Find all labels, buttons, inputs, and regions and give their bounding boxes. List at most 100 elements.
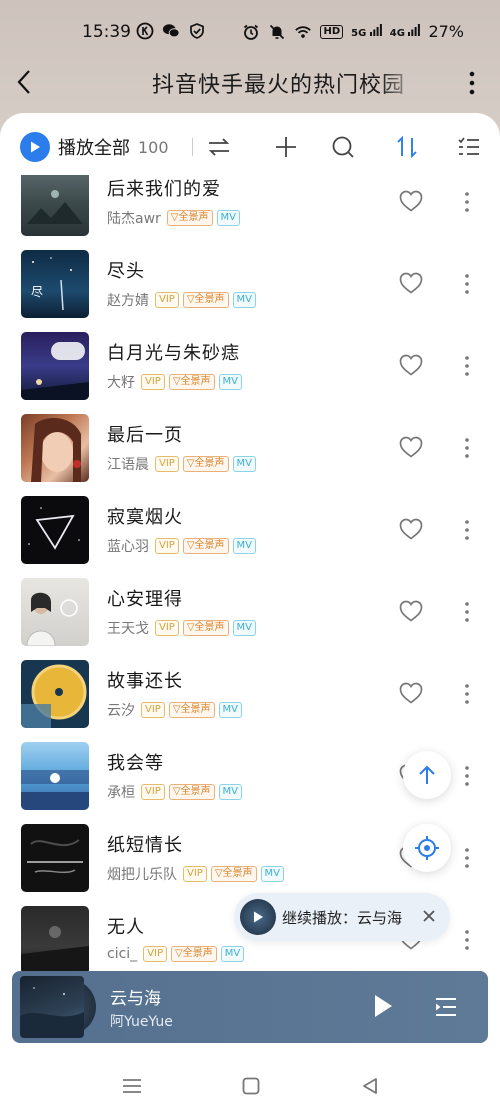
mini-player[interactable]: 云与海 阿YueYue (12, 971, 488, 1043)
song-more-button[interactable] (458, 681, 476, 707)
more-button[interactable] (460, 66, 484, 100)
song-row[interactable]: 尽 尽头 赵方婧 VIP ▽全景声 MV (0, 243, 500, 325)
mv-badge[interactable]: MV (232, 620, 256, 636)
vip-badge: VIP (155, 292, 179, 308)
nav-home-button[interactable] (236, 1073, 266, 1099)
arrow-up-icon (419, 765, 435, 784)
song-title: 白月光与朱砂痣 (107, 343, 240, 364)
song-meta: 陆杰awr ▽全景声 MV (107, 208, 240, 228)
album-cover (21, 742, 89, 810)
repeat-icon (208, 138, 230, 156)
surround-sound-badge: ▽全景声 (210, 866, 257, 882)
k-circle-icon (136, 22, 154, 40)
mv-badge[interactable]: MV (218, 784, 242, 800)
search-button[interactable] (330, 133, 356, 161)
vertical-dots-icon (465, 520, 469, 540)
mv-badge[interactable]: MV (218, 374, 242, 390)
add-button[interactable] (273, 133, 299, 161)
vertical-dots-icon (465, 438, 469, 458)
song-meta: 承桓 VIP ▽全景声 MV (107, 782, 242, 802)
mv-badge[interactable]: MV (232, 456, 256, 472)
playlist-card: 播放全部 100 后来我们的爱 陆杰awr ▽全景声 MV 尽 尽头 赵方婧 V… (0, 113, 500, 1117)
song-row[interactable]: 后来我们的爱 陆杰awr ▽全景声 MV (0, 175, 500, 243)
sort-button[interactable] (394, 133, 420, 161)
song-more-button[interactable] (458, 435, 476, 461)
song-more-button[interactable] (458, 353, 476, 379)
song-more-button[interactable] (458, 271, 476, 297)
multi-select-button[interactable] (456, 133, 482, 161)
song-more-button[interactable] (458, 517, 476, 543)
battery-level: 27% (428, 22, 464, 41)
vip-badge: VIP (143, 946, 168, 962)
mv-badge[interactable]: MV (220, 946, 245, 962)
nav-menu-button[interactable] (117, 1073, 147, 1099)
song-row[interactable]: 寂寞烟火 蓝心羽 VIP ▽全景声 MV (0, 489, 500, 571)
album-cover (21, 414, 89, 482)
play-all-label: 播放全部 (58, 138, 130, 159)
album-cover (21, 175, 89, 236)
mini-player-title: 云与海 (110, 989, 161, 1009)
vertical-dots-icon (465, 192, 469, 212)
heart-icon[interactable] (398, 517, 424, 541)
vip-badge: VIP (141, 702, 165, 718)
mini-player-cover (20, 976, 84, 1038)
play-queue-button[interactable] (432, 993, 460, 1021)
nav-back-button[interactable] (355, 1073, 385, 1099)
signal-5g: 5G (351, 24, 382, 39)
song-more-button[interactable] (458, 189, 476, 215)
home-icon (242, 1077, 260, 1095)
song-meta: 江语晨 VIP ▽全景声 MV (107, 454, 256, 474)
song-row[interactable]: 故事还长 云汐 VIP ▽全景声 MV (0, 653, 500, 735)
heart-icon[interactable] (398, 599, 424, 623)
song-more-button[interactable] (458, 763, 476, 789)
mv-badge[interactable]: MV (216, 210, 240, 226)
song-row[interactable]: 最后一页 江语晨 VIP ▽全景声 MV (0, 407, 500, 489)
mv-badge[interactable]: MV (232, 538, 256, 554)
scroll-to-top-button[interactable] (403, 751, 451, 799)
mv-badge[interactable]: MV (218, 702, 242, 718)
song-row[interactable]: 白月光与朱砂痣 大籽 VIP ▽全景声 MV (0, 325, 500, 407)
song-title: 寂寞烟火 (107, 507, 183, 528)
artist-name: 烟把儿乐队 (107, 867, 177, 883)
locate-current-button[interactable] (403, 824, 451, 872)
back-button[interactable] (10, 64, 38, 100)
heart-icon[interactable] (398, 435, 424, 459)
resume-cover (240, 899, 276, 935)
resume-playback-pill[interactable]: 继续播放：云与海 (234, 893, 450, 941)
artist-name: 赵方婧 (107, 293, 149, 309)
heart-icon[interactable] (398, 271, 424, 295)
close-resume-button[interactable] (420, 907, 438, 925)
signal-4g: 4G (390, 24, 421, 39)
artist-name: 陆杰awr (107, 211, 161, 227)
song-more-button[interactable] (458, 599, 476, 625)
song-row[interactable]: 心安理得 王天戈 VIP ▽全景声 MV (0, 571, 500, 653)
surround-sound-badge: ▽全景声 (182, 538, 229, 554)
song-more-button[interactable] (458, 927, 476, 953)
mv-badge[interactable]: MV (260, 866, 284, 882)
mini-player-play-button[interactable] (368, 991, 398, 1021)
shield-check-icon (188, 22, 206, 40)
multi-select-icon (458, 137, 479, 155)
artist-name: 江语晨 (107, 457, 149, 473)
song-more-button[interactable] (458, 845, 476, 871)
vertical-dots-icon (465, 766, 469, 786)
mv-badge[interactable]: MV (232, 292, 256, 308)
song-meta: 大籽 VIP ▽全景声 MV (107, 372, 242, 392)
title-bar: 抖音快手最火的热门校园 (0, 60, 500, 106)
surround-sound-badge: ▽全景声 (171, 946, 217, 962)
song-title: 最后一页 (107, 425, 183, 446)
play-all-button[interactable]: 播放全部 100 (20, 132, 169, 162)
status-bar: 15:39 HD 5G 4G 27% (0, 0, 500, 66)
status-left-icons (136, 22, 206, 40)
surround-sound-badge: ▽全景声 (182, 292, 229, 308)
vertical-dots-icon (465, 602, 469, 622)
artist-name: 承桓 (107, 785, 135, 801)
heart-icon[interactable] (398, 189, 424, 213)
song-meta: 王天戈 VIP ▽全景声 MV (107, 618, 256, 638)
repeat-button[interactable] (206, 133, 232, 161)
song-title: 纸短情长 (107, 835, 183, 856)
add-icon (276, 137, 296, 157)
heart-icon[interactable] (398, 681, 424, 705)
heart-icon[interactable] (398, 353, 424, 377)
list-toolbar: 播放全部 100 (0, 113, 500, 181)
